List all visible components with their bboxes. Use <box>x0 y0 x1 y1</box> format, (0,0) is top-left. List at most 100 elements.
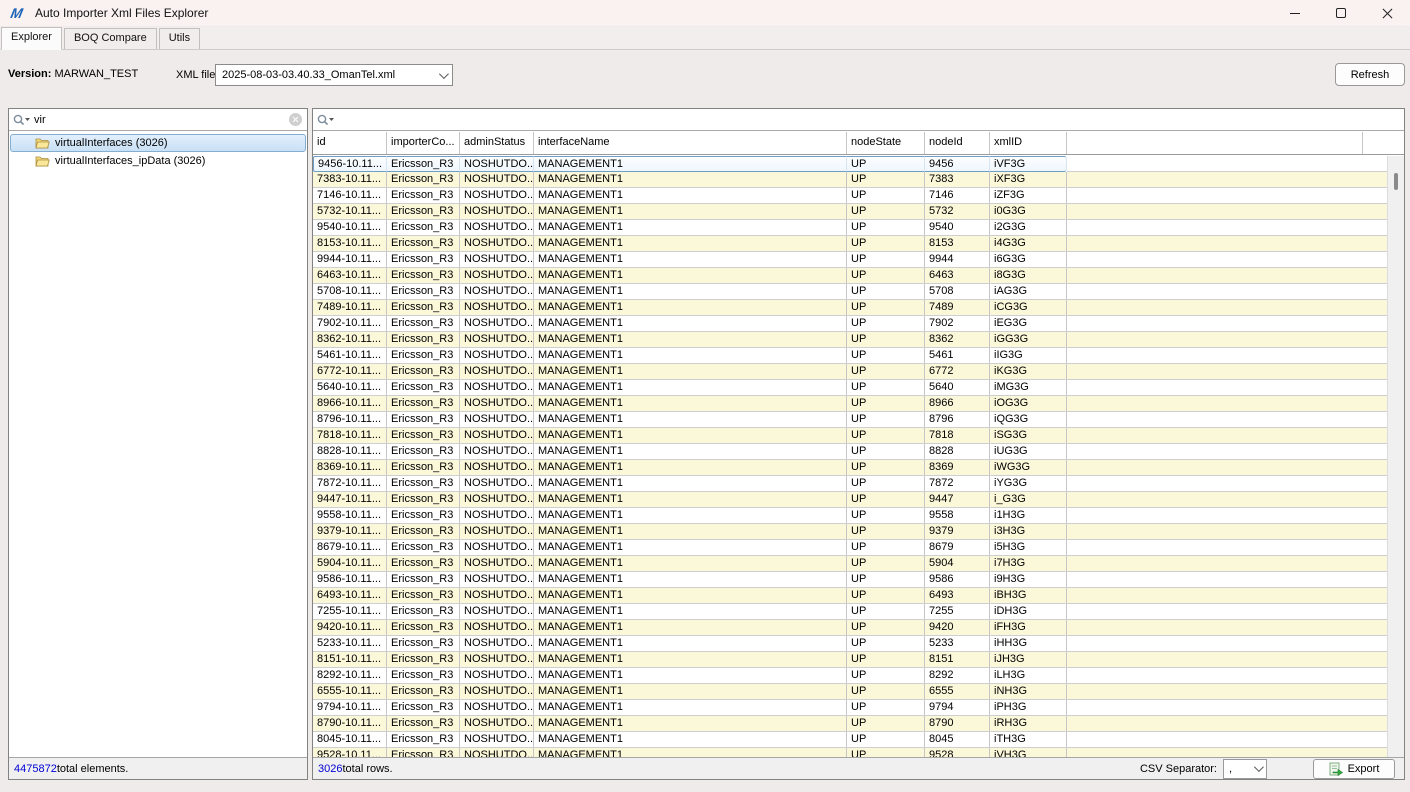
cell: Ericsson_R3 <box>387 316 460 331</box>
cell: NOSHUTDO... <box>460 172 534 187</box>
table-row[interactable]: 8045-10.11...Ericsson_R3NOSHUTDO...MANAG… <box>313 732 1387 748</box>
table-row[interactable]: 7255-10.11...Ericsson_R3NOSHUTDO...MANAG… <box>313 604 1387 620</box>
table-row[interactable]: 5461-10.11...Ericsson_R3NOSHUTDO...MANAG… <box>313 348 1387 364</box>
export-icon <box>1329 762 1343 776</box>
cell: 7489-10.11... <box>313 300 387 315</box>
column-header-filler <box>1067 132 1363 154</box>
table-row[interactable]: 9540-10.11...Ericsson_R3NOSHUTDO...MANAG… <box>313 220 1387 236</box>
cell: NOSHUTDO... <box>460 348 534 363</box>
table-row[interactable]: 5233-10.11...Ericsson_R3NOSHUTDO...MANAG… <box>313 636 1387 652</box>
cell-filler <box>1067 316 1387 331</box>
cell: 8966 <box>925 396 990 411</box>
cell: 6772 <box>925 364 990 379</box>
table-row[interactable]: 9379-10.11...Ericsson_R3NOSHUTDO...MANAG… <box>313 524 1387 540</box>
cell: UP <box>847 364 925 379</box>
table-row[interactable]: 9456-10.11...Ericsson_R3NOSHUTDO...MANAG… <box>313 156 1387 172</box>
app-logo-icon: M <box>9 5 25 21</box>
table-row[interactable]: 7872-10.11...Ericsson_R3NOSHUTDO...MANAG… <box>313 476 1387 492</box>
cell: MANAGEMENT1 <box>534 652 847 667</box>
vertical-scrollbar[interactable] <box>1387 156 1404 757</box>
cell: MANAGEMENT1 <box>534 332 847 347</box>
cell: MANAGEMENT1 <box>534 604 847 619</box>
table-row[interactable]: 7383-10.11...Ericsson_R3NOSHUTDO...MANAG… <box>313 172 1387 188</box>
cell: 7146 <box>925 188 990 203</box>
tree-item-virtualinterfaces-ipdata[interactable]: virtualInterfaces_ipData (3026) <box>10 152 306 170</box>
maximize-button[interactable] <box>1318 0 1364 26</box>
table-row[interactable]: 7146-10.11...Ericsson_R3NOSHUTDO...MANAG… <box>313 188 1387 204</box>
table-row[interactable]: 5708-10.11...Ericsson_R3NOSHUTDO...MANAG… <box>313 284 1387 300</box>
table-row[interactable]: 9558-10.11...Ericsson_R3NOSHUTDO...MANAG… <box>313 508 1387 524</box>
clear-search-button[interactable] <box>289 113 302 126</box>
cell: MANAGEMENT1 <box>534 204 847 219</box>
table-row[interactable]: 8153-10.11...Ericsson_R3NOSHUTDO...MANAG… <box>313 236 1387 252</box>
tab-explorer[interactable]: Explorer <box>1 27 62 50</box>
table-row[interactable]: 5904-10.11...Ericsson_R3NOSHUTDO...MANAG… <box>313 556 1387 572</box>
table-row[interactable]: 6772-10.11...Ericsson_R3NOSHUTDO...MANAG… <box>313 364 1387 380</box>
cell: NOSHUTDO... <box>460 732 534 747</box>
table-row[interactable]: 8790-10.11...Ericsson_R3NOSHUTDO...MANAG… <box>313 716 1387 732</box>
table-row[interactable]: 8796-10.11...Ericsson_R3NOSHUTDO...MANAG… <box>313 412 1387 428</box>
search-icon <box>317 114 335 126</box>
tree-search-input[interactable] <box>34 114 303 126</box>
table-row[interactable]: 9420-10.11...Ericsson_R3NOSHUTDO...MANAG… <box>313 620 1387 636</box>
table-row[interactable]: 5732-10.11...Ericsson_R3NOSHUTDO...MANAG… <box>313 204 1387 220</box>
table-search-input[interactable] <box>338 114 1400 126</box>
export-button[interactable]: Export <box>1313 759 1395 779</box>
table-row[interactable]: 7902-10.11...Ericsson_R3NOSHUTDO...MANAG… <box>313 316 1387 332</box>
table-row[interactable]: 6493-10.11...Ericsson_R3NOSHUTDO...MANAG… <box>313 588 1387 604</box>
cell: iUG3G <box>990 444 1067 459</box>
table-row[interactable]: 8369-10.11...Ericsson_R3NOSHUTDO...MANAG… <box>313 460 1387 476</box>
refresh-button[interactable]: Refresh <box>1335 63 1405 86</box>
cell: 9379-10.11... <box>313 524 387 539</box>
cell: MANAGEMENT1 <box>534 156 847 172</box>
tab-utils[interactable]: Utils <box>159 28 200 49</box>
table-row[interactable]: 8679-10.11...Ericsson_R3NOSHUTDO...MANAG… <box>313 540 1387 556</box>
column-header-xmlid[interactable]: xmlID <box>990 132 1067 154</box>
table-row[interactable]: 8362-10.11...Ericsson_R3NOSHUTDO...MANAG… <box>313 332 1387 348</box>
table-row[interactable]: 9944-10.11...Ericsson_R3NOSHUTDO...MANAG… <box>313 252 1387 268</box>
cell: UP <box>847 396 925 411</box>
cell: UP <box>847 732 925 747</box>
tree-item-virtualinterfaces[interactable]: virtualInterfaces (3026) <box>10 134 306 152</box>
cell: 8362-10.11... <box>313 332 387 347</box>
cell-filler <box>1067 732 1387 747</box>
cell: 9794 <box>925 700 990 715</box>
cell: iSG3G <box>990 428 1067 443</box>
column-header-interfacename[interactable]: interfaceName <box>534 132 847 154</box>
table-row[interactable]: 9586-10.11...Ericsson_R3NOSHUTDO...MANAG… <box>313 572 1387 588</box>
close-button[interactable] <box>1364 0 1410 26</box>
table-row[interactable]: 7818-10.11...Ericsson_R3NOSHUTDO...MANAG… <box>313 428 1387 444</box>
csv-separator-value: , <box>1229 763 1254 775</box>
column-header-importerco[interactable]: importerCo... <box>387 132 460 154</box>
cell-filler <box>1067 460 1387 475</box>
table-row[interactable]: 5640-10.11...Ericsson_R3NOSHUTDO...MANAG… <box>313 380 1387 396</box>
cell: 5233 <box>925 636 990 651</box>
cell: Ericsson_R3 <box>387 444 460 459</box>
minimize-button[interactable] <box>1272 0 1318 26</box>
clear-icon <box>292 116 299 123</box>
cell: Ericsson_R3 <box>387 700 460 715</box>
table-row[interactable]: 6555-10.11...Ericsson_R3NOSHUTDO...MANAG… <box>313 684 1387 700</box>
table-row[interactable]: 7489-10.11...Ericsson_R3NOSHUTDO...MANAG… <box>313 300 1387 316</box>
cell: NOSHUTDO... <box>460 572 534 587</box>
column-header-id[interactable]: id <box>313 132 387 154</box>
column-header-nodeid[interactable]: nodeId <box>925 132 990 154</box>
cell: iRH3G <box>990 716 1067 731</box>
table-row[interactable]: 8151-10.11...Ericsson_R3NOSHUTDO...MANAG… <box>313 652 1387 668</box>
column-header-adminstatus[interactable]: adminStatus <box>460 132 534 154</box>
table-row[interactable]: 6463-10.11...Ericsson_R3NOSHUTDO...MANAG… <box>313 268 1387 284</box>
table-row[interactable]: 8292-10.11...Ericsson_R3NOSHUTDO...MANAG… <box>313 668 1387 684</box>
table-row[interactable]: 9528-10.11...Ericsson_R3NOSHUTDO...MANAG… <box>313 748 1387 757</box>
table-row[interactable]: 8828-10.11...Ericsson_R3NOSHUTDO...MANAG… <box>313 444 1387 460</box>
scrollbar-thumb[interactable] <box>1394 173 1398 190</box>
table-row[interactable]: 9447-10.11...Ericsson_R3NOSHUTDO...MANAG… <box>313 492 1387 508</box>
tab-boq-compare[interactable]: BOQ Compare <box>64 28 157 49</box>
xml-file-dropdown[interactable]: 2025-08-03-03.40.33_OmanTel.xml <box>215 64 453 86</box>
column-header-nodestate[interactable]: nodeState <box>847 132 925 154</box>
cell: 5461-10.11... <box>313 348 387 363</box>
table-row[interactable]: 8966-10.11...Ericsson_R3NOSHUTDO...MANAG… <box>313 396 1387 412</box>
cell-filler <box>1067 716 1387 731</box>
csv-separator-dropdown[interactable]: , <box>1223 759 1267 779</box>
cell: MANAGEMENT1 <box>534 572 847 587</box>
table-row[interactable]: 9794-10.11...Ericsson_R3NOSHUTDO...MANAG… <box>313 700 1387 716</box>
